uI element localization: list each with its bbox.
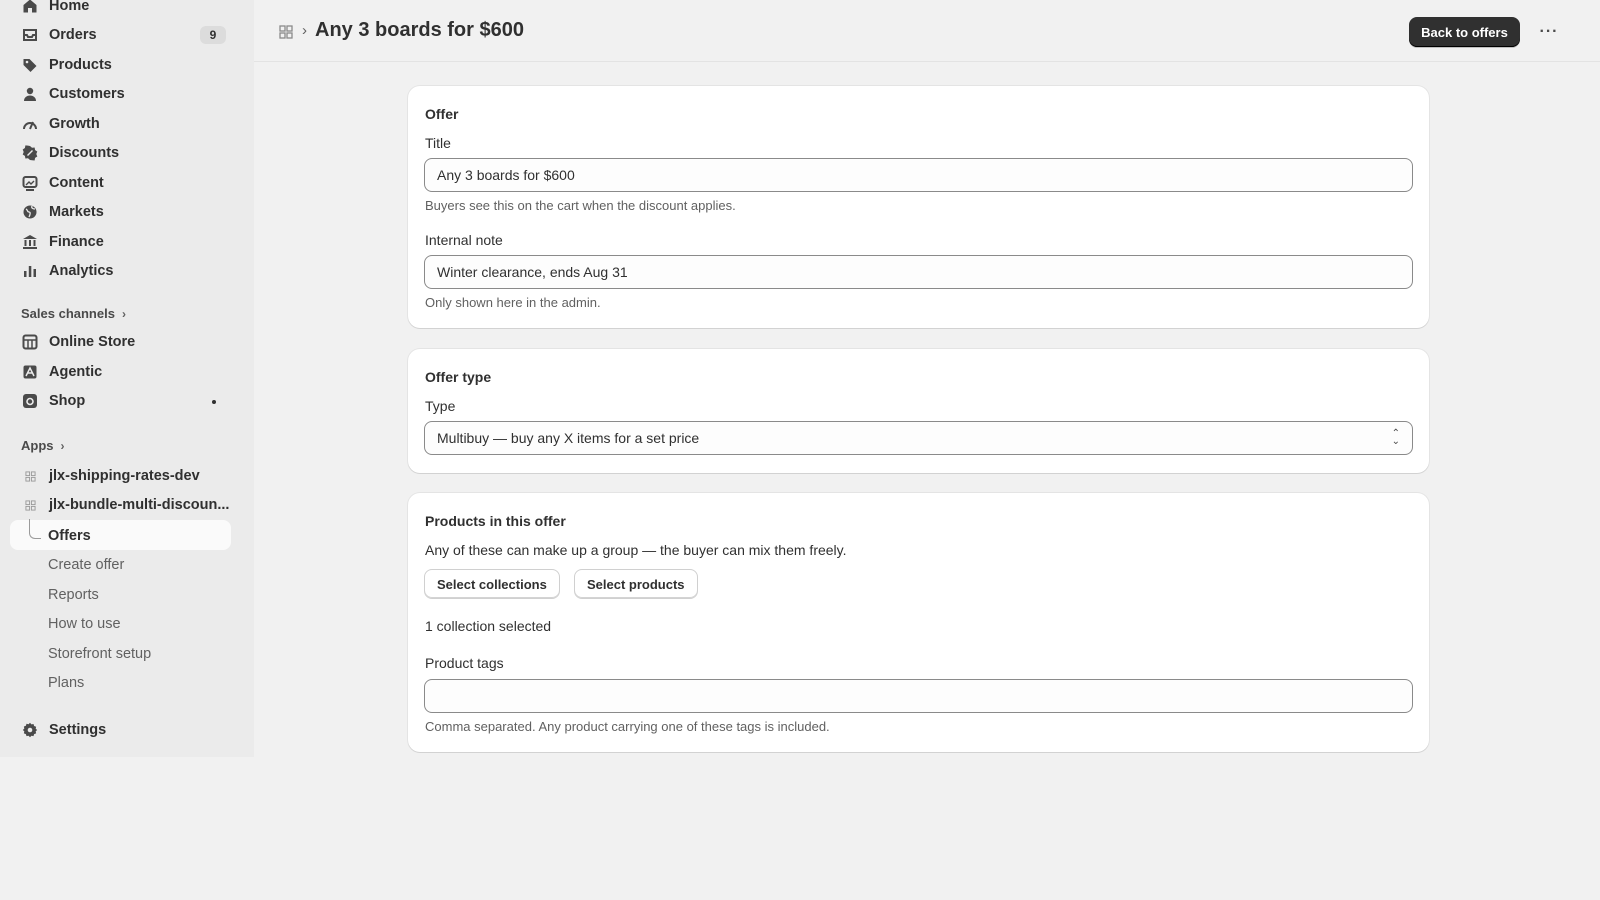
sales-channels-label: Sales channels: [21, 306, 115, 321]
sidebar-subitem-offers[interactable]: Offers: [48, 528, 91, 544]
title-label: Title: [425, 135, 451, 151]
sidebar-item-finance[interactable]: Finance: [12, 228, 232, 256]
sidebar-app-bundle-multi-discount[interactable]: jlx-bundle-multi-discoun...: [12, 491, 232, 519]
sidebar-item-label: Agentic: [49, 364, 103, 380]
card-title: Products in this offer: [425, 513, 566, 529]
sidebar-item-label: Growth: [49, 116, 100, 132]
sidebar-app-shipping-rates[interactable]: jlx-shipping-rates-dev: [12, 462, 232, 490]
discount-icon: [22, 145, 38, 161]
type-label: Type: [425, 398, 456, 414]
sidebar-item-online-store[interactable]: Online Store: [12, 328, 232, 356]
internal-note-input[interactable]: Winter clearance, ends Aug 31: [424, 255, 1413, 289]
internal-note-label: Internal note: [425, 232, 503, 248]
products-card: Products in this offer Any of these can …: [408, 493, 1429, 752]
bank-icon: [22, 234, 38, 250]
orders-icon: [22, 27, 38, 43]
sidebar: Home Orders 9 Products Customers Growth …: [0, 0, 254, 757]
sidebar-item-label: Products: [49, 57, 112, 73]
sidebar-app-label: jlx-bundle-multi-discoun...: [49, 497, 230, 513]
sidebar-subitem-reports[interactable]: Reports: [48, 587, 99, 603]
sidebar-item-agentic[interactable]: Agentic: [12, 358, 232, 386]
chevron-right-icon: ›: [60, 438, 65, 453]
sidebar-item-growth[interactable]: Growth: [12, 110, 232, 138]
sidebar-item-products[interactable]: Products: [12, 51, 232, 79]
offer-card: Offer Title Any 3 boards for $600 Buyers…: [408, 86, 1429, 328]
sidebar-item-customers[interactable]: Customers: [12, 80, 232, 108]
sidebar-item-label: Content: [49, 175, 104, 191]
sales-channels-heading[interactable]: Sales channels ›: [21, 306, 126, 321]
person-icon: [22, 86, 38, 102]
sidebar-item-content[interactable]: Content: [12, 169, 232, 197]
selection-summary: 1 collection selected: [425, 618, 552, 634]
sidebar-app-label: jlx-shipping-rates-dev: [49, 468, 200, 484]
apps-label: Apps: [21, 438, 54, 453]
card-title: Offer type: [425, 369, 492, 385]
sidebar-item-label: Home: [49, 0, 90, 14]
card-title: Offer: [425, 106, 459, 122]
content-icon: [22, 175, 38, 191]
app-grid-icon: [22, 497, 38, 513]
gauge-icon: [22, 116, 38, 132]
offer-type-select[interactable]: Multibuy — buy any X items for a set pri…: [424, 421, 1413, 455]
product-tags-label: Product tags: [425, 655, 504, 671]
sidebar-subitem-create-offer[interactable]: Create offer: [48, 557, 124, 573]
product-tags-help-text: Comma separated. Any product carrying on…: [425, 719, 830, 734]
sidebar-subitem-storefront-setup[interactable]: Storefront setup: [48, 646, 151, 662]
sidebar-subitem-offers-active[interactable]: [10, 520, 231, 550]
app-breadcrumb-icon[interactable]: [279, 25, 293, 39]
apps-heading[interactable]: Apps ›: [21, 438, 65, 453]
back-to-offers-button[interactable]: Back to offers: [1409, 17, 1520, 47]
sidebar-item-label: Analytics: [49, 263, 114, 279]
sidebar-item-label: Customers: [49, 86, 125, 102]
agentic-icon: [22, 364, 38, 380]
sidebar-item-label: Orders: [49, 27, 97, 43]
tag-icon: [22, 57, 38, 73]
globe-icon: [22, 204, 38, 220]
app-grid-icon: [22, 468, 38, 484]
sidebar-item-orders[interactable]: Orders 9: [12, 21, 232, 49]
sidebar-item-home[interactable]: Home: [12, 0, 232, 20]
orders-count-badge: 9: [200, 26, 226, 44]
sidebar-item-analytics[interactable]: Analytics: [12, 257, 232, 285]
sidebar-item-label: Shop: [49, 393, 86, 409]
title-input[interactable]: Any 3 boards for $600: [424, 158, 1413, 192]
sidebar-item-label: Settings: [49, 722, 107, 738]
shop-icon: [22, 393, 38, 409]
chevron-right-icon: ›: [121, 306, 126, 321]
product-tags-input[interactable]: [424, 679, 1413, 713]
admin-window: Home Orders 9 Products Customers Growth …: [0, 0, 1600, 757]
offer-type-card: Offer type Type Multibuy — buy any X ite…: [408, 349, 1429, 473]
sidebar-subitem-how-to-use[interactable]: How to use: [48, 616, 121, 632]
products-description: Any of these can make up a group — the b…: [425, 542, 847, 558]
sidebar-item-label: Online Store: [49, 334, 136, 350]
sidebar-item-label: Finance: [49, 234, 104, 250]
breadcrumb-chevron-icon: ›: [302, 22, 307, 39]
offer-type-selected-value: Multibuy — buy any X items for a set pri…: [437, 430, 700, 446]
sidebar-subitem-plans[interactable]: Plans: [48, 675, 84, 691]
gear-icon: [22, 722, 38, 738]
page-title: Any 3 boards for $600: [315, 19, 524, 41]
sidebar-item-shop[interactable]: Shop: [12, 387, 232, 415]
internal-note-help-text: Only shown here in the admin.: [425, 295, 601, 310]
select-collections-button[interactable]: Select collections: [424, 569, 560, 599]
status-dot: [212, 400, 216, 404]
sidebar-item-discounts[interactable]: Discounts: [12, 139, 232, 167]
store-icon: [22, 334, 38, 350]
title-help-text: Buyers see this on the cart when the dis…: [425, 198, 736, 213]
tree-connector: [29, 519, 41, 539]
home-icon: [22, 0, 38, 14]
sidebar-item-label: Markets: [49, 204, 104, 220]
bar-chart-icon: [22, 263, 38, 279]
empty-background: [0, 757, 1600, 900]
select-products-button[interactable]: Select products: [574, 569, 698, 599]
sidebar-item-label: Discounts: [49, 145, 120, 161]
sidebar-item-settings[interactable]: Settings: [12, 716, 232, 744]
more-actions-icon[interactable]: ···: [1538, 22, 1560, 42]
select-arrows-icon: ⌃ ⌄: [1391, 428, 1400, 447]
sidebar-item-markets[interactable]: Markets: [12, 198, 232, 226]
